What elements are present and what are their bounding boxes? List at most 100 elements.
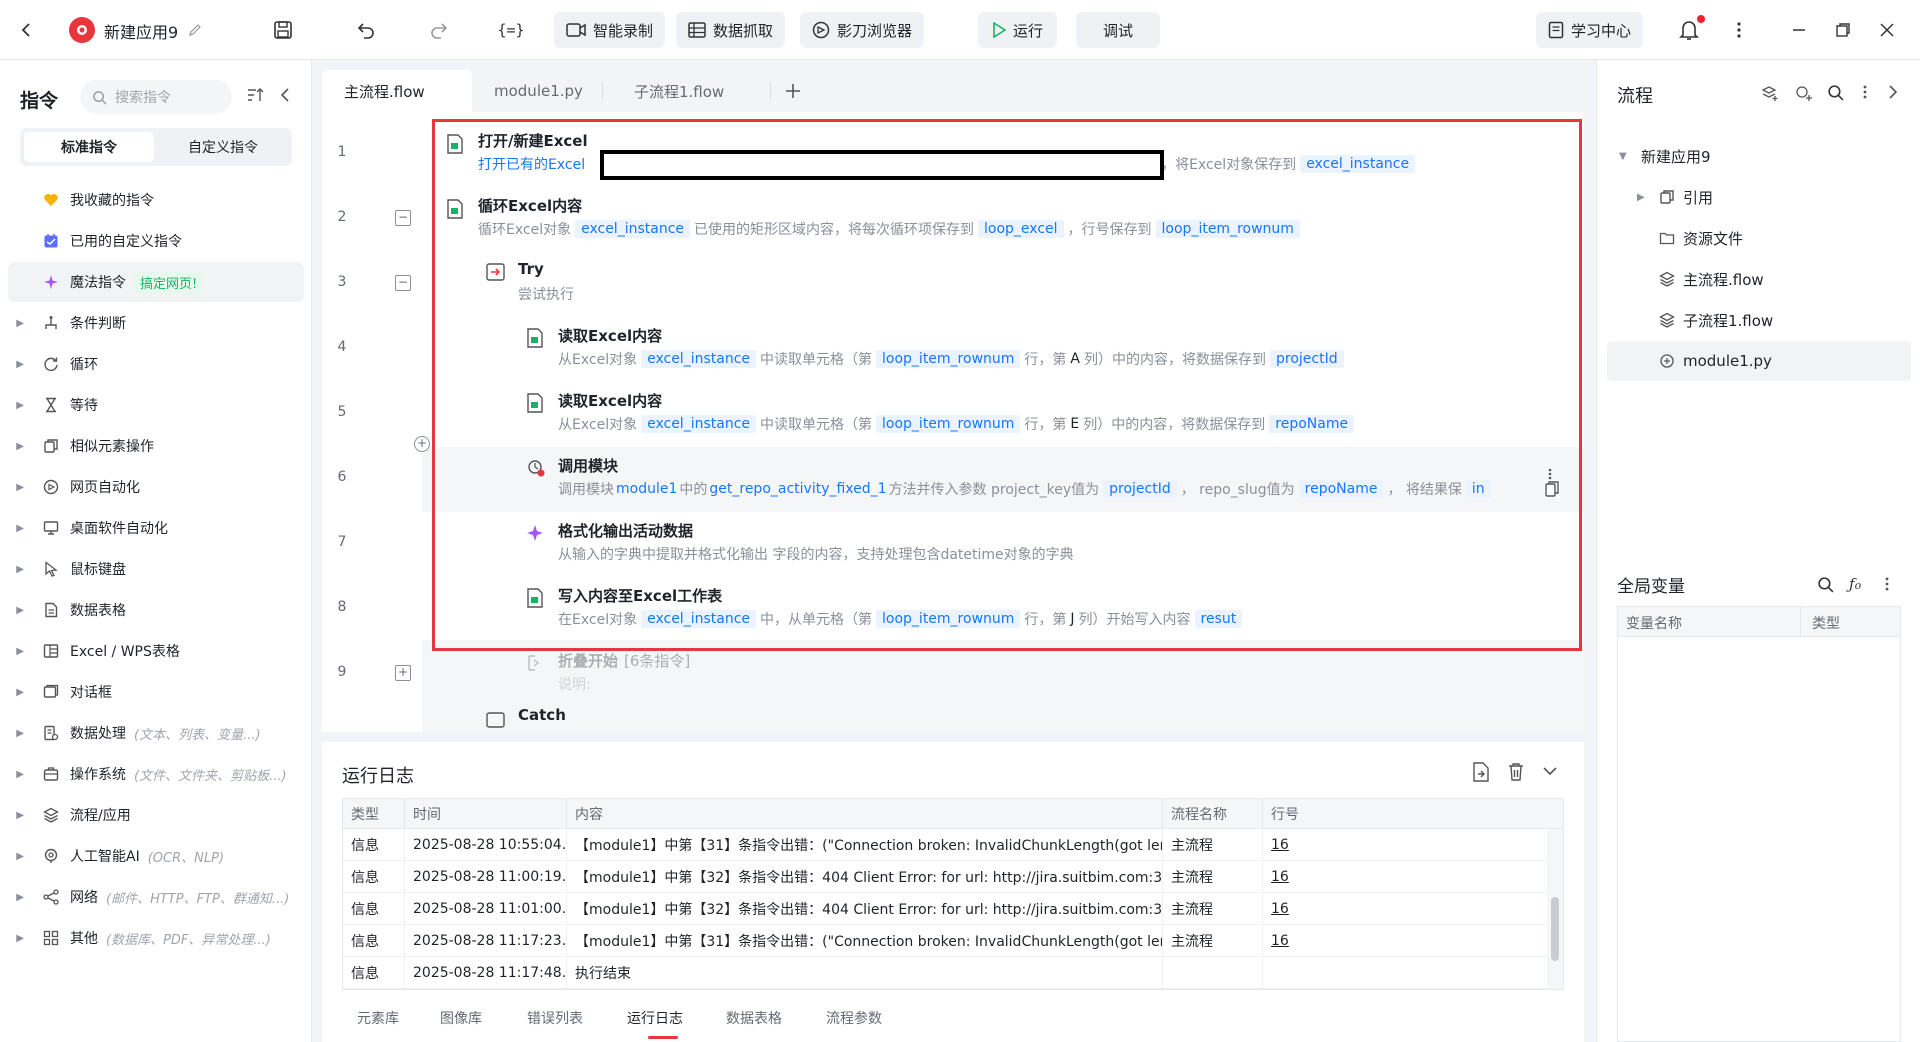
browser-button[interactable]: 影刀浏览器 [800, 12, 925, 48]
tab-custom-commands[interactable]: 自定义指令 [158, 132, 288, 162]
add-flow-icon[interactable] [1761, 84, 1779, 102]
back-icon[interactable] [14, 17, 40, 43]
tab-module1[interactable]: module1.py [472, 70, 605, 112]
expand-arrow-icon[interactable]: ▶ [0, 564, 30, 575]
variable-chip[interactable]: loop_item_rownum [1155, 220, 1300, 238]
column-header-flow-name[interactable]: 流程名称 [1163, 799, 1263, 828]
column-header-content[interactable]: 内容 [567, 799, 1163, 828]
tree-item[interactable]: 子流程1.flow [1607, 300, 1911, 340]
sidebar-item[interactable]: ▶ 循环 [0, 344, 304, 384]
expand-arrow-icon[interactable]: ▶ [0, 851, 30, 862]
log-line-link[interactable]: 16 [1263, 925, 1363, 956]
sidebar-item[interactable]: 魔法指令 搞定网页! [8, 262, 304, 302]
log-line-link[interactable]: 16 [1263, 861, 1363, 892]
log-row[interactable]: 信息2025-08-28 11:17:23.326【module1】中第【31】… [343, 925, 1548, 957]
sidebar-item[interactable]: ▶ 鼠标键盘 [0, 549, 304, 589]
sidebar-item[interactable]: ▶ 网页自动化 [0, 467, 304, 507]
tree-item[interactable]: ▶ 引用 [1607, 177, 1911, 217]
command-search-input[interactable]: 搜索指令 [80, 80, 232, 114]
variable-chip[interactable]: excel_instance [575, 220, 691, 238]
variable-chip[interactable]: loop_excel [978, 220, 1064, 238]
smart-record-button[interactable]: 智能录制 [554, 12, 666, 48]
sidebar-item[interactable]: 已用的自定义指令 [0, 221, 304, 261]
expand-arrow-icon[interactable]: ▶ [0, 687, 30, 698]
variable-chip[interactable]: projectId [1103, 480, 1177, 498]
variable-chip[interactable]: excel_instance [641, 610, 757, 628]
variable-chip[interactable]: resut [1194, 610, 1243, 628]
column-header-time[interactable]: 时间 [405, 799, 567, 828]
undo-icon[interactable] [353, 17, 379, 43]
tab-main-flow[interactable]: 主流程.flow [322, 70, 472, 112]
save-icon[interactable] [270, 17, 296, 43]
tab-error-list[interactable]: 错误列表 [527, 1008, 583, 1028]
column-header-var-type[interactable]: 类型 [1812, 613, 1840, 633]
export-log-icon[interactable] [1472, 762, 1490, 782]
expand-arrow-icon[interactable]: ▶ [0, 441, 30, 452]
tree-item[interactable]: module1.py [1607, 341, 1911, 381]
column-header-type[interactable]: 类型 [343, 799, 405, 828]
sidebar-item[interactable]: ▶ 流程/应用 [0, 795, 304, 835]
debug-button[interactable]: 调试 [1076, 12, 1160, 48]
expand-arrow-icon[interactable]: ▶ [0, 646, 30, 657]
tab-run-log[interactable]: 运行日志 [627, 1008, 683, 1028]
insert-command-icon[interactable]: + [414, 436, 430, 452]
column-value[interactable]: J [1070, 611, 1074, 627]
copy-command-icon[interactable] [1544, 480, 1560, 498]
log-scrollbar[interactable] [1547, 829, 1563, 989]
flow-more-icon[interactable] [1863, 84, 1867, 100]
redo-icon[interactable] [426, 17, 452, 43]
expand-arrow-icon[interactable]: ▶ [0, 359, 30, 370]
sidebar-item[interactable]: ▶ 桌面软件自动化 [0, 508, 304, 548]
more-vertical-icon[interactable] [1726, 17, 1752, 43]
run-button[interactable]: 运行 [978, 12, 1058, 48]
expand-arrow-icon[interactable]: ▶ [0, 400, 30, 411]
sidebar-item[interactable]: ▶ 数据表格 [0, 590, 304, 630]
collapse-toggle[interactable]: − [395, 210, 411, 226]
sidebar-item[interactable]: ▶ 相似元素操作 [0, 426, 304, 466]
sidebar-item[interactable]: ▶ Excel / WPS表格 [0, 631, 304, 671]
tab-data-table[interactable]: 数据表格 [726, 1008, 782, 1028]
tab-flow-params[interactable]: 流程参数 [826, 1008, 882, 1028]
variable-braces-icon[interactable]: {=} [497, 17, 524, 43]
tree-arrow-icon[interactable]: ▶ [1637, 192, 1653, 203]
data-capture-button[interactable]: 数据抓取 [676, 12, 786, 48]
variable-chip[interactable]: excel_instance [641, 350, 757, 368]
variable-chip[interactable]: repoName [1298, 480, 1384, 498]
sort-icon[interactable] [246, 86, 264, 104]
collapse-panel-icon[interactable] [1887, 84, 1899, 100]
vars-more-icon[interactable] [1885, 576, 1889, 592]
minimize-icon[interactable] [1786, 17, 1812, 43]
sidebar-item[interactable]: ▶ 其他 (数据库、PDF、异常处理...) [0, 918, 304, 958]
sidebar-item[interactable]: ▶ 对话框 [0, 672, 304, 712]
variable-chip[interactable]: projectId [1269, 350, 1344, 368]
sidebar-item[interactable]: ▶ 数据处理 (文本、列表、变量...) [0, 713, 304, 753]
log-scroll-thumb[interactable] [1551, 897, 1559, 961]
expand-toggle[interactable]: + [395, 665, 411, 681]
add-module-icon[interactable] [1795, 84, 1813, 102]
log-row[interactable]: 信息2025-08-28 11:17:48.643执行结束 [343, 957, 1548, 989]
expand-arrow-icon[interactable]: ▶ [0, 810, 30, 821]
tab-image-library[interactable]: 图像库 [440, 1008, 482, 1028]
tree-item[interactable]: ▼ 新建应用9 [1607, 136, 1911, 176]
tree-item[interactable]: 主流程.flow [1607, 259, 1911, 299]
module-link[interactable]: module1 [616, 481, 677, 497]
log-line-link[interactable]: 16 [1263, 893, 1363, 924]
expand-arrow-icon[interactable]: ▶ [0, 482, 30, 493]
tab-element-library[interactable]: 元素库 [357, 1008, 399, 1028]
column-value[interactable]: A [1070, 351, 1080, 367]
expand-arrow-icon[interactable]: ▶ [0, 728, 30, 739]
expand-arrow-icon[interactable]: ▶ [0, 318, 30, 329]
variable-chip[interactable]: loop_item_rownum [876, 350, 1021, 368]
variable-chip[interactable]: loop_item_rownum [876, 610, 1021, 628]
expand-arrow-icon[interactable]: ▶ [0, 933, 30, 944]
variable-chip[interactable]: in [1465, 480, 1491, 498]
log-line-link[interactable]: 16 [1263, 829, 1363, 860]
add-tab-icon[interactable] [784, 82, 802, 100]
expand-arrow-icon[interactable]: ▶ [0, 892, 30, 903]
function-icon[interactable]: ƒo [1849, 575, 1861, 593]
collapse-log-icon[interactable] [1542, 764, 1558, 778]
function-link[interactable]: get_repo_activity_fixed_1 [709, 481, 886, 497]
edit-icon[interactable] [182, 17, 208, 43]
expand-arrow-icon[interactable]: ▶ [0, 523, 30, 534]
log-line-link[interactable] [1263, 957, 1363, 988]
